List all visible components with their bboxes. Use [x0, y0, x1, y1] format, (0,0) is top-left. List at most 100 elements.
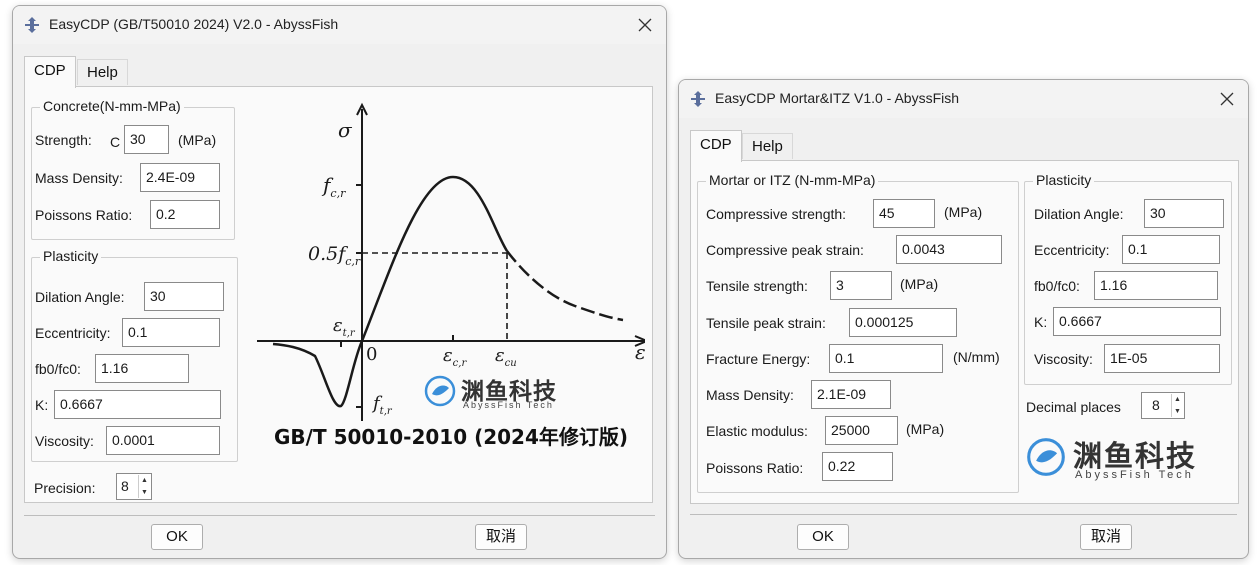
poissons-ratio-label: Poissons Ratio:: [706, 460, 804, 476]
elastic-modulus-label: Elastic modulus:: [706, 423, 808, 439]
mortar-group: Mortar or ITZ (N-mm-MPa) Compressive str…: [697, 172, 1019, 493]
mass-density-label: Mass Density:: [706, 387, 794, 403]
strength-unit: (MPa): [178, 132, 217, 148]
concrete-group: Concrete(N-mm-MPa) Strength: C 30 (MPa) …: [31, 98, 235, 240]
cancel-button[interactable]: 取消: [1080, 524, 1132, 550]
logo-english-text: AbyssFish Tech: [1075, 469, 1194, 481]
poisson-input[interactable]: 0.2: [150, 200, 220, 229]
cancel-button[interactable]: 取消: [475, 524, 527, 550]
tab-cdp-label: CDP: [700, 136, 732, 153]
decimal-places-spinbox[interactable]: 8 ▲ ▼: [1141, 392, 1185, 419]
eccentricity-label: Eccentricity:: [1034, 242, 1110, 258]
title-bar[interactable]: EasyCDP (GB/T50010 2024) V2.0 - AbyssFis…: [13, 6, 666, 44]
compressive-strength-input[interactable]: 45: [873, 199, 935, 228]
dilation-input[interactable]: 30: [1144, 199, 1224, 228]
window-title: EasyCDP Mortar&ITZ V1.0 - AbyssFish: [715, 90, 960, 106]
fish-logo-icon: [1027, 438, 1065, 476]
precision-value: 8: [121, 478, 129, 494]
close-icon[interactable]: [1214, 86, 1240, 112]
tensile-peak-strain-input[interactable]: 0.000125: [849, 308, 957, 337]
tensile-strength-label: Tensile strength:: [706, 278, 808, 294]
spin-up-icon[interactable]: ▲: [1172, 394, 1183, 406]
k-label: K:: [1034, 314, 1048, 330]
density-label: Mass Density:: [35, 170, 123, 186]
origin-label: 0: [366, 344, 377, 365]
ok-button[interactable]: OK: [151, 524, 203, 550]
dilation-label: Dilation Angle:: [1034, 206, 1124, 222]
mortar-group-title: Mortar or ITZ (N-mm-MPa): [706, 172, 879, 188]
ftr-label: ft,r: [371, 393, 393, 417]
strength-label: Strength:: [35, 132, 92, 148]
precision-spinbox[interactable]: 8 ▲ ▼: [116, 473, 152, 500]
precision-stepper[interactable]: ▲ ▼: [138, 475, 150, 498]
abyssfish-logo: 渊鱼科技 AbyssFish Tech: [1025, 433, 1230, 483]
elastic-modulus-input[interactable]: 25000: [825, 416, 898, 445]
compressive-peak-strain-input[interactable]: 0.0043: [896, 235, 1002, 264]
fracture-energy-label: Fracture Energy:: [706, 351, 811, 367]
eccentricity-input[interactable]: 0.1: [1122, 235, 1220, 264]
fracture-energy-unit: (N/mm): [953, 349, 1000, 365]
decimal-places-stepper[interactable]: ▲ ▼: [1171, 394, 1183, 417]
eccentricity-input[interactable]: 0.1: [122, 318, 220, 347]
epsilon-label: ε: [635, 340, 645, 364]
app-icon: [23, 16, 41, 34]
tab-help[interactable]: Help: [742, 133, 793, 159]
easycdp-window: EasyCDP (GB/T50010 2024) V2.0 - AbyssFis…: [12, 5, 667, 559]
ecu-label: εcu: [495, 345, 517, 369]
ecr-label: εc,r: [443, 345, 467, 369]
plasticity-group-title: Plasticity: [1033, 172, 1095, 188]
mass-density-input[interactable]: 2.1E-09: [811, 380, 891, 409]
fb0-fc0-input[interactable]: 1.16: [1094, 271, 1218, 300]
eccentricity-label: Eccentricity:: [35, 325, 111, 341]
fb0-fc0-input[interactable]: 1.16: [95, 354, 189, 383]
tensile-strength-unit: (MPa): [900, 276, 939, 292]
etr-label: εt,r: [333, 315, 356, 339]
plasticity-group: Plasticity Dilation Angle: 30 Eccentrici…: [1024, 172, 1232, 385]
tab-cdp-label: CDP: [34, 62, 66, 79]
poissons-ratio-input[interactable]: 0.22: [822, 452, 893, 481]
softening-curve: [506, 250, 624, 322]
viscosity-label: Viscosity:: [1034, 351, 1093, 367]
fracture-energy-input[interactable]: 0.1: [829, 344, 943, 373]
dilation-label: Dilation Angle:: [35, 289, 125, 305]
logo-english-text: AbyssFish Tech: [463, 400, 554, 410]
cdp-tab-panel: Mortar or ITZ (N-mm-MPa) Compressive str…: [690, 160, 1239, 504]
viscosity-input[interactable]: 0.0001: [106, 426, 220, 455]
compressive-peak-strain-label: Compressive peak strain:: [706, 242, 864, 258]
precision-label: Precision:: [34, 480, 96, 496]
sigma-label: σ: [338, 118, 353, 142]
dilation-input[interactable]: 30: [144, 282, 224, 311]
window-title: EasyCDP (GB/T50010 2024) V2.0 - AbyssFis…: [49, 16, 339, 32]
abyssfish-logo: 渊鱼科技 AbyssFish Tech: [423, 370, 583, 410]
density-input[interactable]: 2.4E-09: [140, 163, 220, 192]
spin-down-icon[interactable]: ▼: [1172, 406, 1183, 418]
tensile-strength-input[interactable]: 3: [830, 271, 892, 300]
k-label: K:: [35, 397, 49, 413]
standard-caption: GB/T 50010-2010 (2024年修订版): [274, 425, 629, 449]
strength-input[interactable]: 30: [124, 125, 169, 154]
k-input[interactable]: 0.6667: [54, 390, 221, 419]
viscosity-label: Viscosity:: [35, 433, 94, 449]
tab-help[interactable]: Help: [77, 59, 128, 85]
k-input[interactable]: 0.6667: [1053, 307, 1221, 336]
plasticity-group: Plasticity Dilation Angle: 30 Eccentrici…: [31, 248, 238, 462]
spin-up-icon[interactable]: ▲: [139, 475, 150, 487]
fish-logo-icon: [424, 375, 456, 407]
app-icon: [689, 90, 707, 108]
cdp-tab-panel: Concrete(N-mm-MPa) Strength: C 30 (MPa) …: [24, 86, 653, 503]
concrete-group-title: Concrete(N-mm-MPa): [40, 98, 184, 114]
half-fcr-label: 0.5fc,r: [308, 243, 361, 268]
tension-curve: [272, 340, 364, 408]
spin-down-icon[interactable]: ▼: [139, 487, 150, 499]
tab-cdp[interactable]: CDP: [24, 56, 76, 88]
fb0-fc0-label: fb0/fc0:: [1034, 278, 1080, 294]
viscosity-input[interactable]: 1E-05: [1104, 344, 1220, 373]
poisson-label: Poissons Ratio:: [35, 207, 133, 223]
compression-curve: [360, 175, 509, 342]
tab-cdp[interactable]: CDP: [690, 130, 742, 162]
ok-button[interactable]: OK: [797, 524, 849, 550]
easycdp-mortar-window: EasyCDP Mortar&ITZ V1.0 - AbyssFish CDP …: [678, 79, 1249, 559]
close-icon[interactable]: [632, 12, 658, 38]
plasticity-group-title: Plasticity: [40, 248, 102, 264]
title-bar[interactable]: EasyCDP Mortar&ITZ V1.0 - AbyssFish: [679, 80, 1248, 118]
